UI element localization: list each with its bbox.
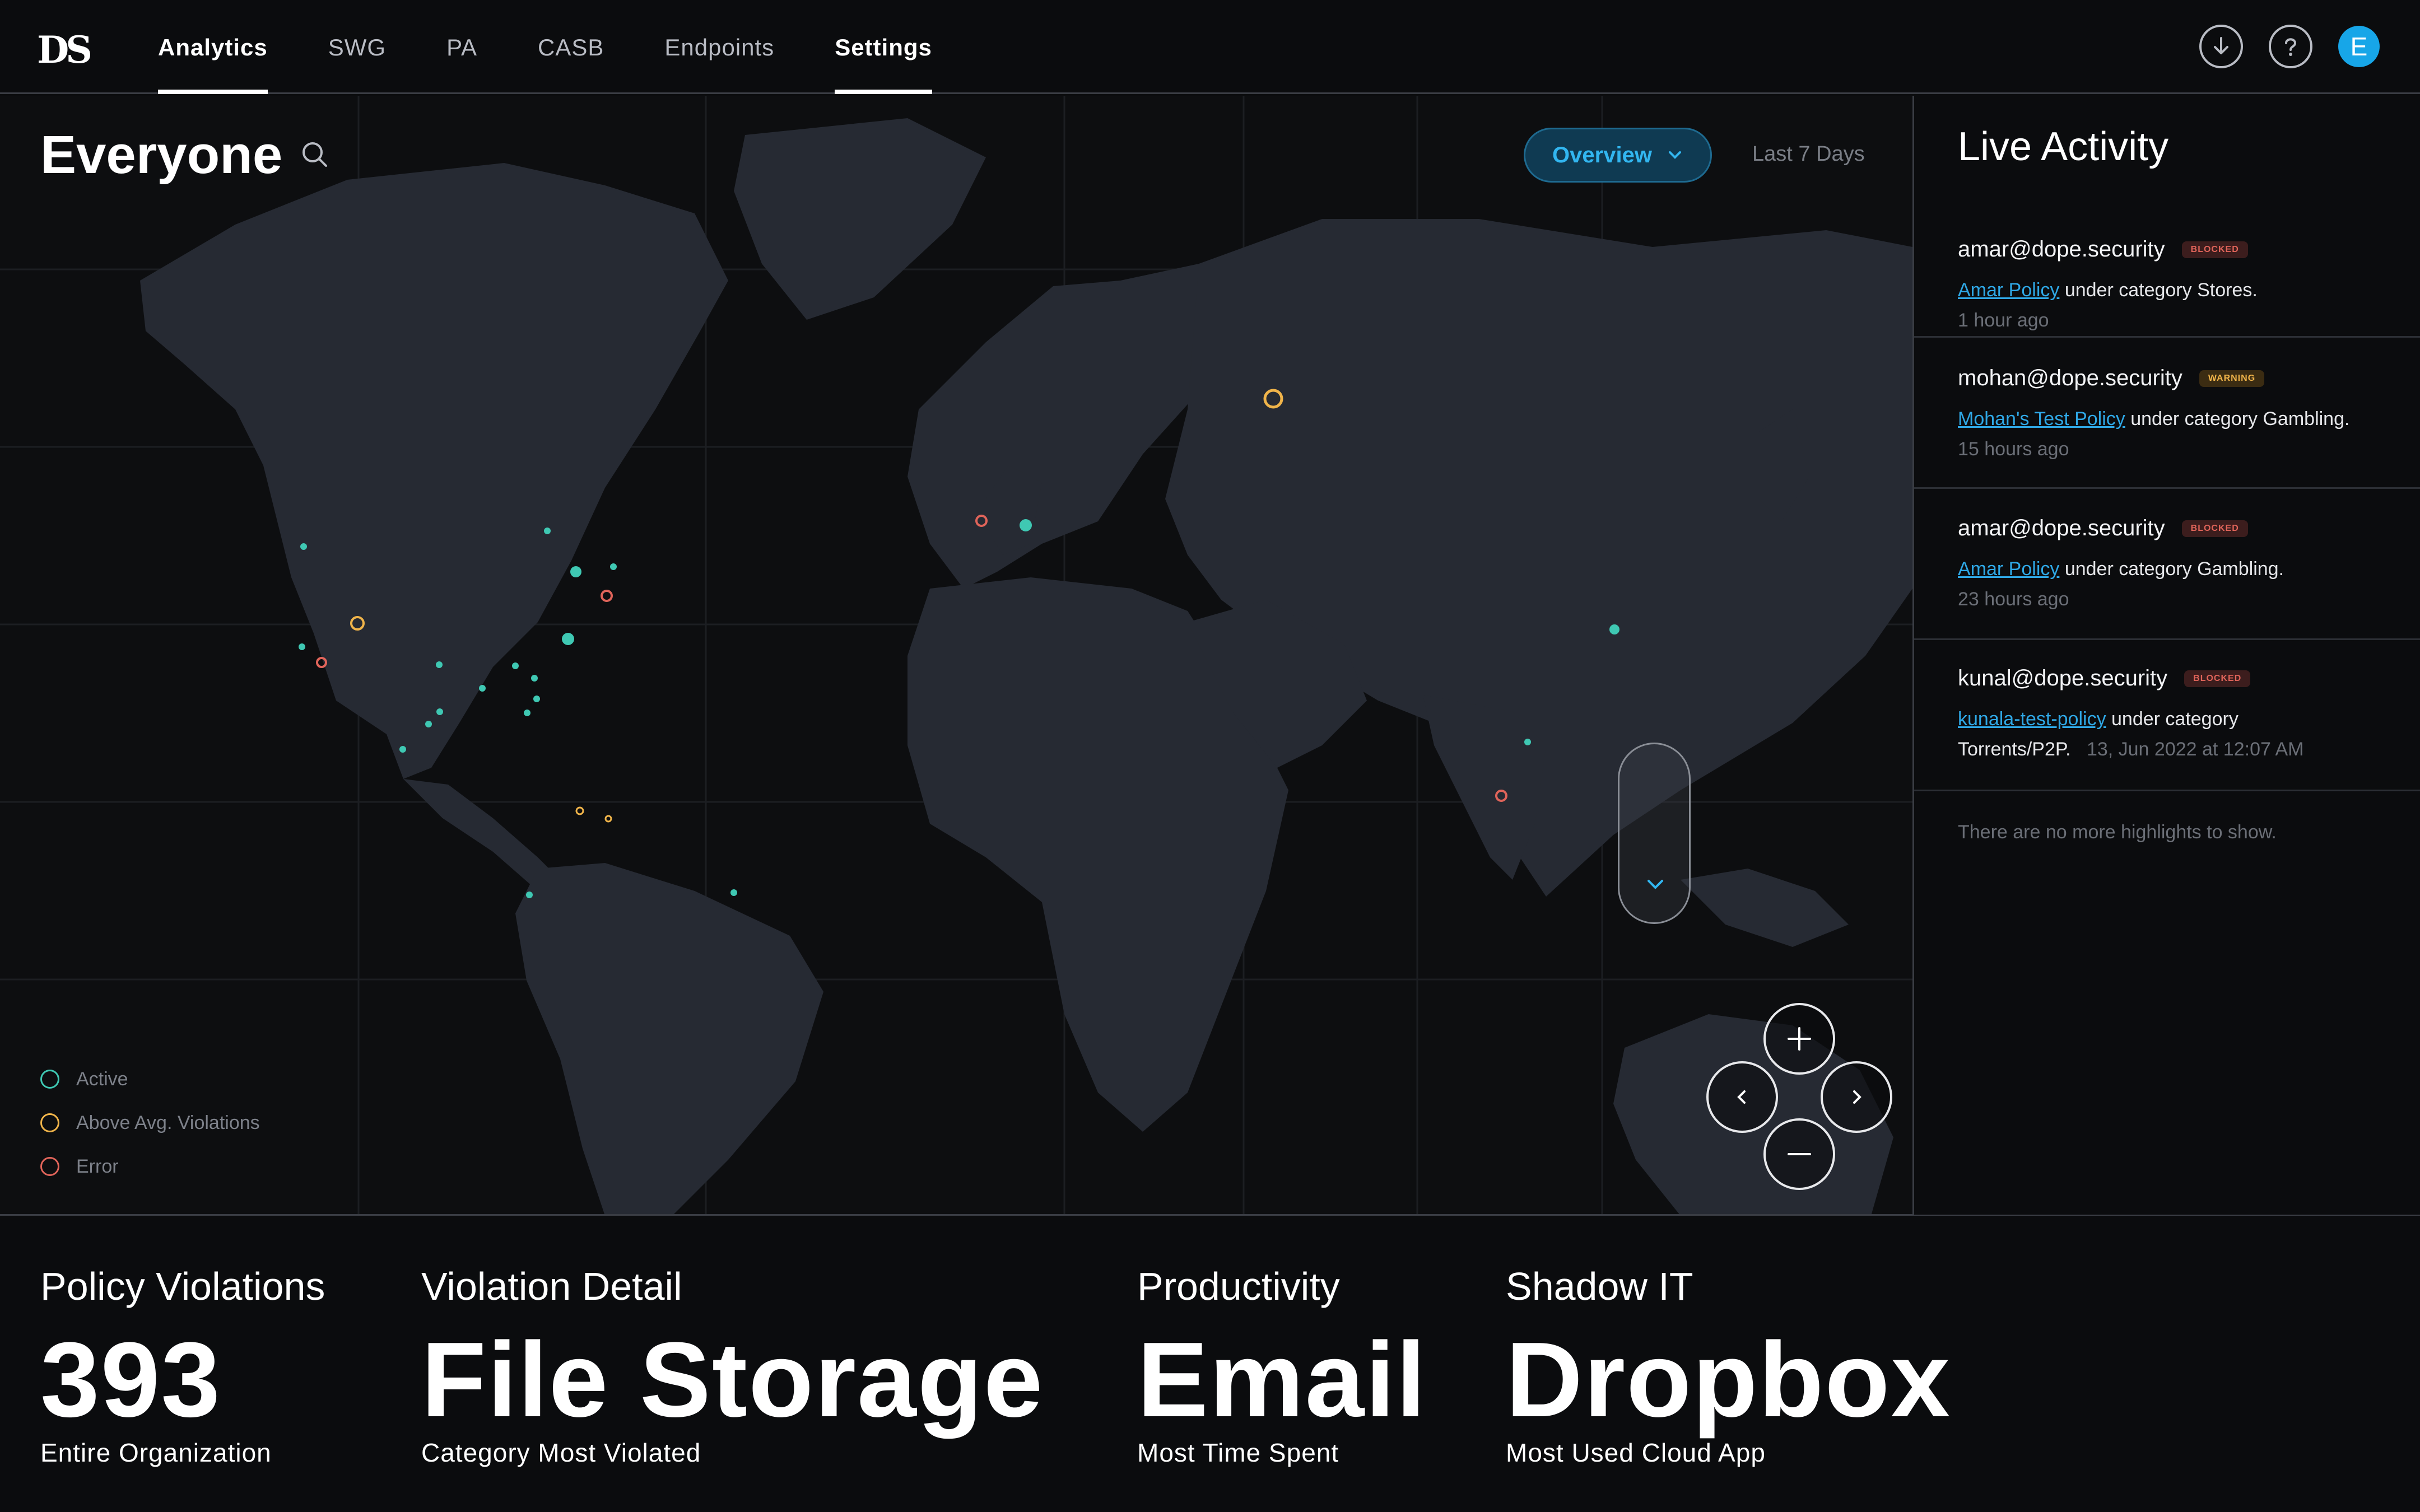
stat-caption: Most Time Spent	[1137, 1438, 1339, 1467]
pan-right-button[interactable]	[1821, 1061, 1892, 1133]
activity-item[interactable]: amar@dope.security BLOCKED Amar Policy u…	[1914, 208, 2420, 338]
stat-value: File Storage	[421, 1320, 1044, 1439]
nav-tab-endpoints[interactable]: Endpoints	[664, 0, 774, 94]
policy-link[interactable]: kunala-test-policy	[1958, 708, 2106, 730]
world-map-canvas	[0, 96, 1912, 1216]
chevron-right-icon	[1853, 1090, 1861, 1104]
main-nav: Analytics SWG PA CASB Endpoints Settings	[158, 0, 993, 94]
nav-tab-swg[interactable]: SWG	[328, 0, 386, 94]
stats-bar: Policy Violations 393 Entire Organizatio…	[0, 1214, 2420, 1512]
activity-time: 23 hours ago	[1958, 589, 2069, 610]
activity-item[interactable]: mohan@dope.security WARNING Mohan's Test…	[1914, 338, 2420, 489]
stat-caption: Category Most Violated	[421, 1438, 701, 1467]
download-icon[interactable]	[2199, 25, 2243, 68]
top-navigation-bar: DS Analytics SWG PA CASB Endpoints Setti…	[0, 0, 2420, 94]
zoom-out-button[interactable]	[1763, 1118, 1835, 1190]
help-icon[interactable]	[2269, 25, 2312, 68]
activity-time: 13, Jun 2022 at 12:07 AM	[2086, 739, 2304, 760]
world-map[interactable]: Active Above Avg. Violations Error	[0, 96, 1912, 1216]
live-activity-panel: Live Activity amar@dope.security BLOCKED…	[1912, 96, 2420, 1215]
nav-tab-pa[interactable]: PA	[446, 0, 477, 94]
view-select-value: Overview	[1552, 142, 1652, 167]
chevron-down-icon	[1648, 880, 1663, 889]
legend-label: Error	[76, 1155, 119, 1177]
legend-item-above-avg: Above Avg. Violations	[40, 1101, 260, 1145]
top-actions: E	[2199, 25, 2380, 68]
legend-label: Above Avg. Violations	[76, 1112, 260, 1133]
legend-dot-error	[40, 1157, 59, 1176]
nav-tab-analytics[interactable]: Analytics	[158, 0, 268, 94]
activity-time: 15 hours ago	[1958, 438, 2069, 460]
activity-text: under category Gambling.	[2059, 558, 2284, 580]
app-logo[interactable]: DS	[37, 28, 92, 72]
search-icon[interactable]	[299, 139, 331, 170]
activity-time: 1 hour ago	[1958, 310, 2049, 331]
nav-tab-casb[interactable]: CASB	[538, 0, 604, 94]
map-legend: Active Above Avg. Violations Error	[40, 1057, 260, 1188]
status-badge: BLOCKED	[2181, 520, 2248, 537]
chevron-down-icon	[1668, 151, 1681, 159]
view-select[interactable]: Overview	[1524, 128, 1712, 183]
stat-value: 393	[40, 1320, 222, 1439]
time-range[interactable]: Last 7 Days	[1752, 142, 1865, 166]
zoom-in-button[interactable]	[1763, 1003, 1835, 1075]
activity-text: under category Gambling.	[2125, 408, 2350, 430]
stat-label: Productivity	[1137, 1264, 1340, 1308]
map-scroll-handle[interactable]	[1618, 743, 1691, 924]
user-avatar[interactable]: E	[2338, 26, 2380, 67]
live-activity-title: Live Activity	[1958, 124, 2169, 169]
minus-icon	[1788, 1153, 1811, 1155]
legend-dot-active	[40, 1070, 59, 1089]
policy-link[interactable]: Amar Policy	[1958, 558, 2059, 580]
stat-caption: Entire Organization	[40, 1438, 272, 1467]
plus-icon	[1788, 1027, 1811, 1051]
policy-link[interactable]: Amar Policy	[1958, 279, 2059, 301]
status-badge: BLOCKED	[2184, 670, 2251, 687]
legend-label: Active	[76, 1068, 128, 1090]
stat-caption: Most Used Cloud App	[1506, 1438, 1766, 1467]
chevron-left-icon	[1737, 1090, 1746, 1104]
legend-item-active: Active	[40, 1057, 260, 1101]
no-more-highlights: There are no more highlights to show.	[1958, 822, 2277, 843]
activity-text: under category Stores.	[2059, 279, 2258, 301]
activity-user: mohan@dope.security	[1958, 366, 2182, 390]
stat-value: Email	[1137, 1320, 1427, 1439]
nav-tab-settings[interactable]: Settings	[835, 0, 932, 94]
activity-item[interactable]: kunal@dope.security BLOCKED kunala-test-…	[1914, 640, 2420, 791]
activity-user: amar@dope.security	[1958, 237, 2165, 262]
pan-left-button[interactable]	[1706, 1061, 1778, 1133]
status-badge: BLOCKED	[2181, 241, 2248, 258]
stat-value: Dropbox	[1506, 1320, 1952, 1439]
status-badge: WARNING	[2199, 370, 2265, 387]
legend-dot-above-avg	[40, 1113, 59, 1132]
activity-item[interactable]: amar@dope.security BLOCKED Amar Policy u…	[1914, 489, 2420, 640]
stat-label: Violation Detail	[421, 1264, 682, 1308]
page-title: Everyone	[40, 125, 283, 185]
activity-user: amar@dope.security	[1958, 516, 2165, 540]
stat-label: Shadow IT	[1506, 1264, 1693, 1308]
activity-user: kunal@dope.security	[1958, 666, 2168, 690]
policy-link[interactable]: Mohan's Test Policy	[1958, 408, 2125, 430]
legend-item-error: Error	[40, 1145, 260, 1188]
stat-label: Policy Violations	[40, 1264, 325, 1308]
